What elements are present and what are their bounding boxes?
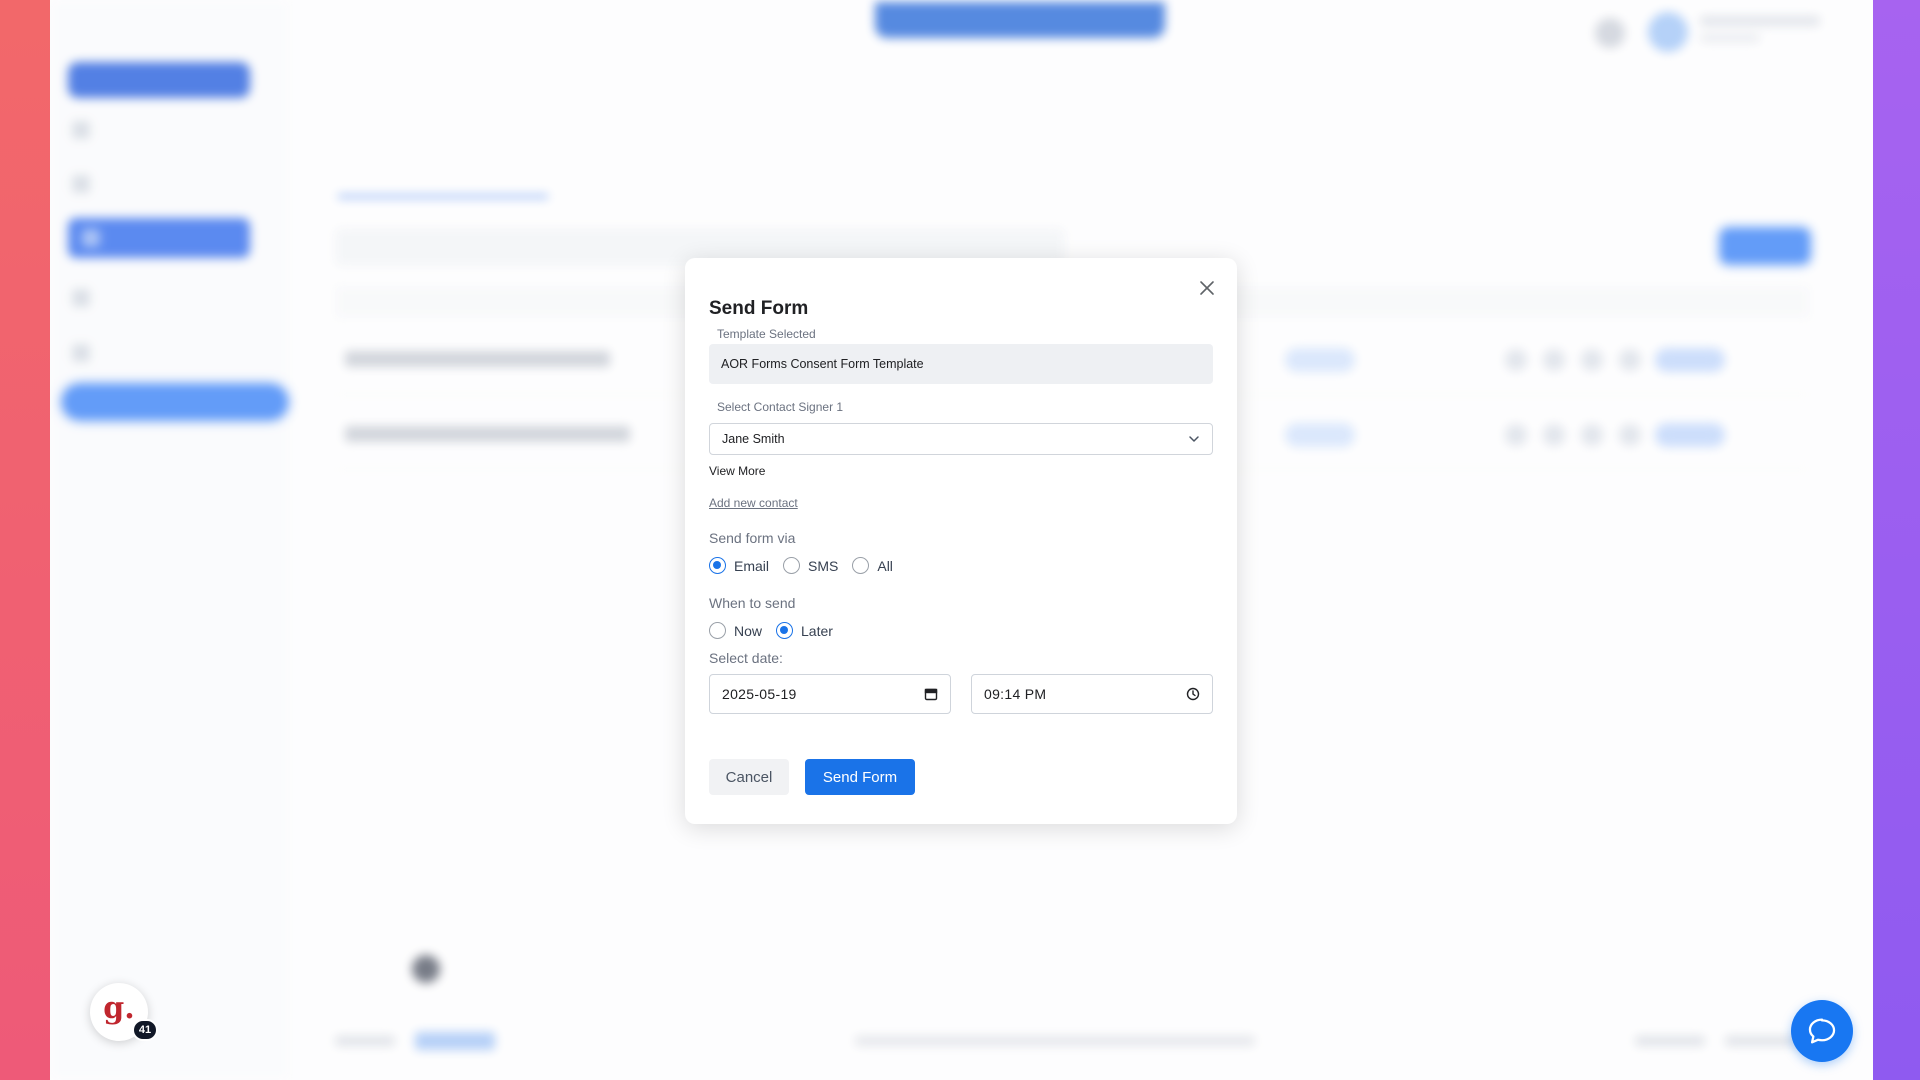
radio-now[interactable]: Now <box>709 622 762 639</box>
view-more-link[interactable]: View More <box>709 464 765 478</box>
cancel-button[interactable]: Cancel <box>709 759 789 795</box>
radio-all[interactable]: All <box>852 557 893 574</box>
chat-button[interactable] <box>1791 1000 1853 1062</box>
radio-later[interactable]: Later <box>776 622 833 639</box>
radio-button[interactable] <box>709 622 726 639</box>
date-value: 2025-05-19 <box>722 686 797 702</box>
send-form-button[interactable]: Send Form <box>805 759 915 795</box>
radio-button[interactable] <box>852 557 870 574</box>
send-form-modal: Send Form Template Selected AOR Forms Co… <box>685 258 1237 824</box>
radio-button[interactable] <box>776 622 794 639</box>
modal-title: Send Form <box>709 298 809 319</box>
signer-value: Jane Smith <box>722 432 785 446</box>
radio-label: Later <box>801 622 833 639</box>
signer-label: Select Contact Signer 1 <box>717 400 844 414</box>
radio-sms[interactable]: SMS <box>783 557 838 574</box>
radio-button[interactable] <box>783 557 801 574</box>
radio-label: Now <box>734 622 763 639</box>
select-date-label: Select date: <box>709 650 783 666</box>
chevron-down-icon <box>1189 436 1199 442</box>
radio-label: All <box>877 557 893 574</box>
template-label: Template Selected <box>717 327 816 341</box>
time-input[interactable]: 09:14 PM <box>971 674 1213 714</box>
send-via-label: Send form via <box>709 530 796 546</box>
template-value: AOR Forms Consent Form Template <box>721 357 924 371</box>
date-input[interactable]: 2025-05-19 <box>709 674 951 714</box>
send-via-radio-group: Email SMS All <box>709 557 907 574</box>
g-logo-icon: g. <box>103 990 135 1026</box>
when-to-send-label: When to send <box>709 595 796 611</box>
chat-bubble-icon <box>1808 1018 1836 1044</box>
radio-button[interactable] <box>709 557 726 574</box>
radio-email[interactable]: Email <box>709 557 769 574</box>
add-new-contact-link[interactable]: Add new contact <box>709 496 798 510</box>
close-button[interactable] <box>1195 276 1219 300</box>
g-extension-widget[interactable]: g. 41 <box>90 983 158 1041</box>
time-value: 09:14 PM <box>984 686 1047 702</box>
calendar-icon <box>924 688 938 701</box>
app-window: g. 41 Send Form Template Selected AOR Fo… <box>50 0 1873 1080</box>
clock-icon <box>1186 687 1200 701</box>
background-gradient-strip <box>1873 0 1920 1080</box>
template-selected-field: AOR Forms Consent Form Template <box>709 344 1213 384</box>
close-icon <box>1200 281 1214 295</box>
notification-count-badge: 41 <box>132 1019 158 1041</box>
radio-label: Email <box>734 557 770 574</box>
radio-label: SMS <box>808 557 839 574</box>
when-radio-group: Now Later <box>709 622 847 639</box>
contact-signer-select[interactable]: Jane Smith <box>709 423 1213 455</box>
